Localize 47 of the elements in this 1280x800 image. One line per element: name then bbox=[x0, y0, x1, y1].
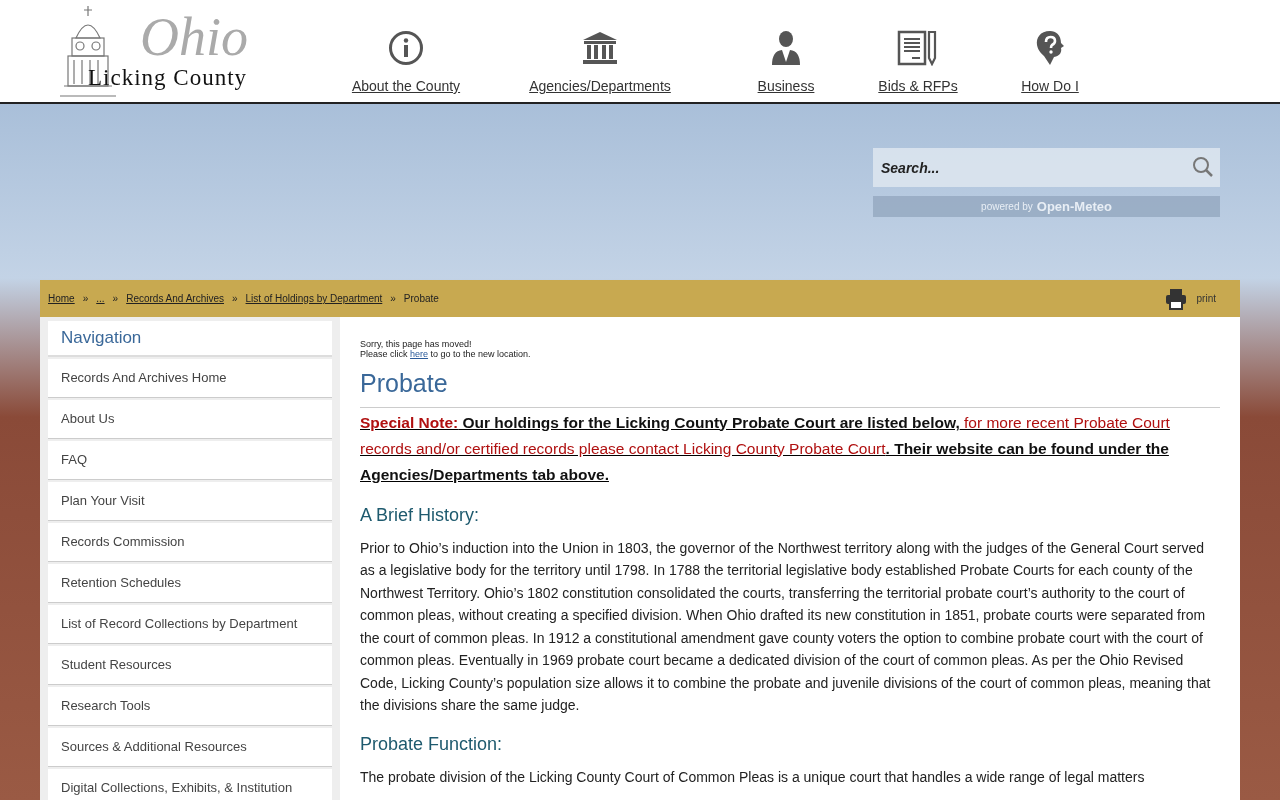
sidebar-item[interactable]: List of Record Collections by Department bbox=[48, 605, 332, 644]
columned-building-icon bbox=[582, 30, 618, 66]
nav-link[interactable]: Agencies/Departments bbox=[514, 30, 686, 97]
paragraph: Prior to Ohio’s induction into the Union in 1803, the governor of the Northwest territory along with the judges of the General Court served as a legislative body for the territory until 1798. In 1788 the territorial legislative body established Probate Courts for each county of the Northwest Territory. Ohio’s 1802 constitution consolidated the courts, transferring the territorial probate court’s authority to the court of common pleas, without creating a specified division. When Ohio drafted its new constitution in 1851, probate courts were separated from the court of common pleas. In 1912 a constitutional amendment gave county voters the option to combine probate court with the court of common pleas. Eventually in 1969 probate court became a dedicated division of the court of common pleas. As per the Ohio Revised Code, Licking County’s population size allows it to combine the probate and juvenile divisions of the court of common pleas, meaning that the divisions share the same judge. bbox=[360, 538, 1212, 715]
sidebar-item[interactable]: FAQ bbox=[48, 441, 332, 480]
moved-notice: Sorry, this page has moved! bbox=[360, 339, 473, 349]
powered-by-banner: powered by Open-Meteo bbox=[873, 196, 1220, 217]
nav-link[interactable]: About the County bbox=[346, 30, 466, 97]
sidebar-item[interactable]: Retention Schedules bbox=[48, 564, 332, 603]
logo-text: Licking County bbox=[88, 66, 248, 89]
breadcrumb-separator: » bbox=[390, 292, 396, 306]
sidebar-item[interactable]: About Us bbox=[48, 400, 332, 439]
paragraph: The probate division of the Licking County Court of Common Pleas is a unique court that handles a wide range of legal matters bbox=[360, 767, 1146, 787]
document-pen-icon bbox=[897, 30, 939, 66]
info-icon bbox=[388, 30, 424, 66]
moved-notice: Please click here to go to the new location. bbox=[360, 349, 532, 359]
breadcrumb-separator: » bbox=[232, 292, 238, 306]
sidebar-item[interactable]: Research Tools bbox=[48, 687, 332, 726]
printer-icon[interactable] bbox=[1164, 287, 1187, 310]
page-title: Probate bbox=[360, 365, 1220, 408]
search-icon[interactable] bbox=[1192, 156, 1214, 178]
sidebar-item[interactable]: Student Resources bbox=[48, 646, 332, 685]
nav-link[interactable]: How Do I bbox=[1010, 30, 1090, 97]
special-note: Special Note: Our holdings for the Licking County Probate Court are listed below, for more recent Probate Court records and/or certified records please contact Licking County Probate Court. Their website can be found under the Agencies/Departments tab above. bbox=[360, 412, 1171, 485]
nav-link[interactable]: Business bbox=[746, 30, 826, 97]
breadcrumb-link[interactable]: Home bbox=[48, 291, 75, 306]
breadcrumb-separator: » bbox=[112, 292, 119, 306]
head-question-icon bbox=[1034, 30, 1066, 66]
here-link[interactable]: here bbox=[410, 349, 429, 359]
sidebar-item[interactable]: Digital Collections, Exhibits, & Institution bbox=[48, 769, 332, 800]
breadcrumb-separator: » bbox=[82, 292, 89, 306]
sidebar-item[interactable]: Plan Your Visit bbox=[48, 482, 332, 521]
current-page-text: Probate bbox=[403, 292, 439, 306]
sidebar-item[interactable]: Records Commission bbox=[48, 523, 332, 562]
sidebar-item[interactable]: Sources & Additional Resources bbox=[48, 728, 332, 767]
sidebar-item[interactable]: Records And Archives Home bbox=[48, 359, 332, 398]
sidebar-title: Navigation bbox=[48, 321, 332, 357]
section-heading: Probate Function: bbox=[360, 732, 504, 756]
businessman-icon bbox=[770, 30, 802, 66]
search-field[interactable]: Search... bbox=[873, 148, 1220, 187]
breadcrumb-link[interactable]: List of Holdings by Department bbox=[245, 291, 383, 306]
nav-link[interactable]: Bids & RFPs bbox=[868, 30, 968, 97]
logo-script-text: Ohio bbox=[140, 10, 248, 64]
breadcrumb-link[interactable]: ... bbox=[96, 291, 105, 306]
print-link[interactable]: print bbox=[1196, 291, 1216, 306]
breadcrumb-link[interactable]: Records And Archives bbox=[126, 291, 224, 306]
section-heading: A Brief History: bbox=[360, 503, 481, 527]
